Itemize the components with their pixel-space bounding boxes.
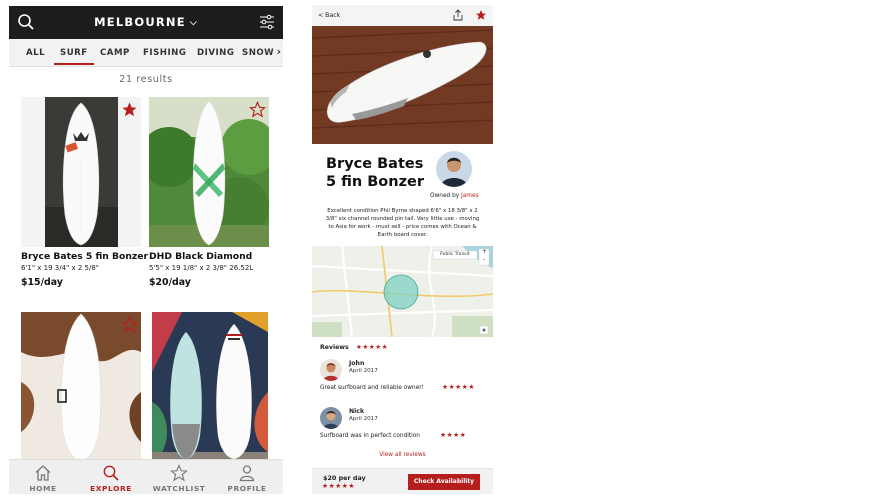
location-map[interactable]: Public Transit + - <box>312 245 493 338</box>
bottom-nav: HOME EXPLORE WATCHLIST PROFILE <box>9 459 283 494</box>
star-icon <box>170 464 188 482</box>
nav-home[interactable]: HOME <box>9 460 77 494</box>
tab-all[interactable]: ALL <box>26 48 45 58</box>
detail-header: < Back <box>312 5 493 26</box>
tab-snow[interactable]: SNOW <box>242 48 274 58</box>
reviewer-avatar <box>320 407 342 429</box>
nav-label: WATCHLIST <box>152 484 206 493</box>
listing-photo <box>152 312 268 462</box>
home-icon <box>35 465 51 481</box>
tab-fishing[interactable]: FISHING <box>143 48 186 58</box>
tab-camp[interactable]: CAMP <box>100 48 130 58</box>
listing-card[interactable] <box>152 312 274 462</box>
nav-label: EXPLORE <box>90 484 132 493</box>
listing-detail-screen: < Back Bryce Bates 5 fin Bonzer Owned by… <box>312 5 493 494</box>
map-zoom-out[interactable]: - <box>483 256 485 263</box>
review-date: April 2017 <box>349 416 378 422</box>
nav-profile[interactable]: PROFILE <box>213 460 281 494</box>
view-all-reviews-link[interactable]: View all reviews <box>312 452 493 458</box>
listing-price: $15/day <box>21 277 63 288</box>
footer-price: $20 per day <box>323 474 366 482</box>
back-button[interactable]: < Back <box>318 12 340 19</box>
listing-dimensions: 5'5" x 19 1/8" x 2 3/8" 26.52L <box>149 264 254 272</box>
owned-by-label: Owned by <box>430 193 460 199</box>
filter-icon[interactable] <box>259 14 275 30</box>
favorite-star-icon[interactable] <box>475 9 487 21</box>
reviews-heading: Reviews <box>320 344 349 351</box>
location-label: MELBOURNE <box>94 15 186 29</box>
nav-watchlist[interactable]: WATCHLIST <box>145 460 213 494</box>
favorite-star-icon[interactable] <box>121 316 138 333</box>
nav-label: PROFILE <box>227 484 267 493</box>
listing-card[interactable]: Bryce Bates 5 fin Bonzer 6'1" x 19 3/4" … <box>21 97 148 288</box>
listing-card[interactable] <box>21 312 143 462</box>
explore-screen: MELBOURNE ⌵ ALL SURF CAMP FISHING DIVING … <box>9 6 283 494</box>
share-icon[interactable] <box>452 9 464 21</box>
listing-name: DHD Black Diamond <box>149 251 253 262</box>
listing-photo <box>21 312 141 462</box>
listing-hero-photo <box>312 26 493 144</box>
chevron-right-icon[interactable]: › <box>276 45 281 58</box>
review-text: Surfboard was in perfect condition <box>320 433 420 439</box>
listing-description: Excellent condition Phil Byrne shaped 6'… <box>325 208 480 238</box>
booking-footer: $20 per day ★★★★★ Check Availability <box>312 468 493 494</box>
nav-explore[interactable]: EXPLORE <box>77 460 145 494</box>
top-bar: MELBOURNE ⌵ <box>9 6 283 39</box>
review-text: Great surfboard and reliable owner! <box>320 385 424 391</box>
map-zoom-in[interactable]: + <box>482 248 487 255</box>
footer-rating-stars: ★★★★★ <box>322 482 355 490</box>
check-availability-button[interactable]: Check Availability <box>408 474 480 490</box>
favorite-star-icon[interactable] <box>121 101 138 118</box>
listing-title: Bryce Bates 5 fin Bonzer <box>326 156 425 190</box>
map-layer-toggle[interactable]: Public Transit <box>440 252 470 257</box>
location-selector[interactable]: MELBOURNE ⌵ <box>9 15 283 29</box>
owner-line: Owned by James <box>430 193 479 199</box>
review-stars: ★★★★ <box>440 431 467 439</box>
chevron-down-icon: ⌵ <box>189 18 198 28</box>
listing-photo <box>149 97 269 247</box>
reviewer-name: John <box>349 360 365 367</box>
search-icon <box>103 465 119 481</box>
overall-rating-stars: ★★★★★ <box>356 343 389 351</box>
reviewer-name: Nick <box>349 408 365 415</box>
listing-dimensions: 6'1" x 19 3/4" x 2 5/8" <box>21 264 100 272</box>
listing-name: Bryce Bates 5 fin Bonzer <box>21 251 148 262</box>
reviewer-avatar <box>320 359 342 381</box>
review-stars: ★★★★★ <box>442 383 475 391</box>
tab-surf[interactable]: SURF <box>54 48 94 65</box>
results-count: 21 results <box>119 74 173 85</box>
owner-name-link[interactable]: James <box>461 193 479 199</box>
review-date: April 2017 <box>349 368 378 374</box>
tab-diving[interactable]: DIVING <box>197 48 234 58</box>
favorite-star-icon[interactable] <box>249 101 266 118</box>
listing-price: $20/day <box>149 277 191 288</box>
nav-label: HOME <box>29 484 57 493</box>
listing-photo <box>21 97 141 247</box>
owner-avatar[interactable] <box>436 151 472 187</box>
category-tabs: ALL SURF CAMP FISHING DIVING SNOW › <box>9 39 283 67</box>
listing-card[interactable]: DHD Black Diamond 5'5" x 19 1/8" x 2 3/8… <box>149 97 271 288</box>
profile-icon <box>239 465 255 482</box>
